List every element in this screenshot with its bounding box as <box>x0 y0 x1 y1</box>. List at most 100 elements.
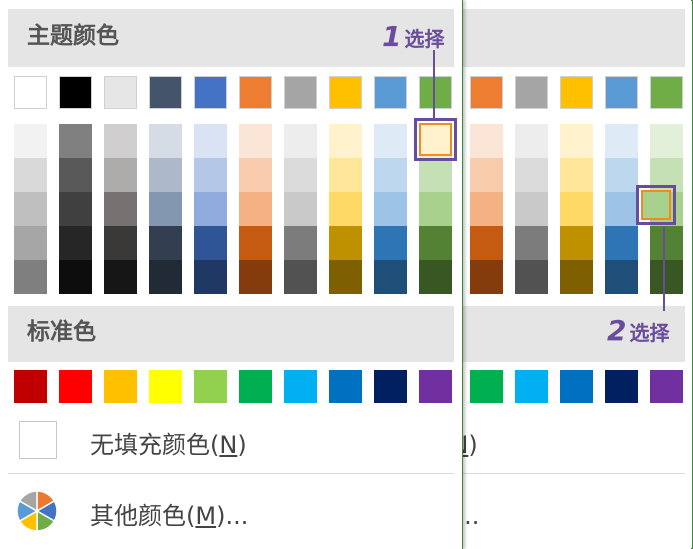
theme-shade-swatch[interactable] <box>59 226 92 260</box>
theme-shade-swatch[interactable] <box>329 192 362 226</box>
theme-color-swatch[interactable] <box>419 76 452 109</box>
theme-shade-swatch[interactable] <box>149 260 182 294</box>
standard-color-swatch[interactable] <box>419 370 452 403</box>
theme-shade-swatch[interactable] <box>560 124 593 158</box>
standard-color-swatch[interactable] <box>560 370 593 403</box>
standard-color-swatch[interactable] <box>605 370 638 403</box>
theme-shade-swatch[interactable] <box>149 192 182 226</box>
theme-shade-swatch[interactable] <box>104 158 137 192</box>
no-fill-menu-item[interactable]: 无填充颜色(N) <box>462 413 685 467</box>
theme-shade-swatch[interactable] <box>374 192 407 226</box>
theme-color-swatch[interactable] <box>149 76 182 109</box>
theme-color-swatch[interactable] <box>650 76 683 109</box>
theme-shade-swatch[interactable] <box>329 226 362 260</box>
standard-color-swatch[interactable] <box>515 370 548 403</box>
theme-color-swatch[interactable] <box>515 76 548 109</box>
theme-shade-swatch[interactable] <box>14 124 47 158</box>
theme-shade-swatch[interactable] <box>284 158 317 192</box>
theme-shade-swatch[interactable] <box>419 260 452 294</box>
theme-shade-swatch[interactable] <box>329 158 362 192</box>
theme-shade-swatch[interactable] <box>149 226 182 260</box>
theme-shade-swatch[interactable] <box>515 260 548 294</box>
theme-color-swatch[interactable] <box>284 76 317 109</box>
standard-color-swatch[interactable] <box>470 370 503 403</box>
theme-shade-swatch[interactable] <box>374 226 407 260</box>
standard-color-swatch[interactable] <box>329 370 362 403</box>
theme-shade-swatch[interactable] <box>470 124 503 158</box>
theme-shade-swatch[interactable] <box>194 260 227 294</box>
standard-color-swatch[interactable] <box>194 370 227 403</box>
theme-color-swatch[interactable] <box>470 76 503 109</box>
theme-shade-swatch[interactable] <box>515 124 548 158</box>
theme-shade-swatch[interactable] <box>650 260 683 294</box>
theme-shade-swatch[interactable] <box>419 226 452 260</box>
theme-color-swatch[interactable] <box>194 76 227 109</box>
standard-color-swatch[interactable] <box>650 370 683 403</box>
theme-color-swatch[interactable] <box>239 76 272 109</box>
theme-shade-swatch[interactable] <box>59 158 92 192</box>
standard-color-swatch[interactable] <box>104 370 137 403</box>
theme-shade-swatch[interactable] <box>239 158 272 192</box>
theme-shade-swatch[interactable] <box>560 192 593 226</box>
theme-shade-swatch[interactable] <box>284 260 317 294</box>
theme-color-swatch[interactable] <box>605 76 638 109</box>
theme-shade-swatch[interactable] <box>470 260 503 294</box>
theme-shade-swatch[interactable] <box>104 192 137 226</box>
theme-shade-swatch[interactable] <box>560 260 593 294</box>
theme-shade-swatch[interactable] <box>59 192 92 226</box>
theme-shade-swatch[interactable] <box>194 226 227 260</box>
theme-shade-swatch[interactable] <box>374 260 407 294</box>
theme-shade-swatch[interactable] <box>605 260 638 294</box>
theme-shade-swatch[interactable] <box>605 226 638 260</box>
standard-color-swatch[interactable] <box>284 370 317 403</box>
theme-shade-swatch[interactable] <box>374 124 407 158</box>
theme-shade-swatch[interactable] <box>329 260 362 294</box>
theme-shade-swatch[interactable] <box>194 192 227 226</box>
theme-shade-swatch[interactable] <box>59 124 92 158</box>
theme-shade-swatch[interactable] <box>605 158 638 192</box>
theme-shade-swatch[interactable] <box>14 260 47 294</box>
theme-shade-swatch[interactable] <box>605 124 638 158</box>
theme-shade-swatch[interactable] <box>239 192 272 226</box>
theme-shade-swatch[interactable] <box>284 226 317 260</box>
theme-shade-swatch[interactable] <box>560 158 593 192</box>
theme-shade-swatch[interactable] <box>149 158 182 192</box>
more-colors-menu-item[interactable]: 其他颜色(M)... <box>462 484 685 538</box>
theme-color-swatch[interactable] <box>104 76 137 109</box>
theme-shade-swatch[interactable] <box>239 260 272 294</box>
theme-shade-swatch[interactable] <box>374 158 407 192</box>
theme-shade-swatch[interactable] <box>284 192 317 226</box>
standard-color-swatch[interactable] <box>14 370 47 403</box>
theme-shade-swatch[interactable] <box>515 226 548 260</box>
theme-shade-swatch[interactable] <box>515 158 548 192</box>
theme-shade-swatch[interactable] <box>239 226 272 260</box>
theme-color-swatch[interactable] <box>329 76 362 109</box>
theme-shade-swatch[interactable] <box>194 158 227 192</box>
theme-shade-swatch[interactable] <box>194 124 227 158</box>
more-colors-menu-item[interactable]: 其他颜色(M)... <box>8 484 454 538</box>
theme-shade-swatch[interactable] <box>14 158 47 192</box>
theme-shade-swatch[interactable] <box>560 226 593 260</box>
theme-shade-swatch[interactable] <box>515 192 548 226</box>
theme-color-swatch[interactable] <box>14 76 47 109</box>
theme-shade-swatch[interactable] <box>149 124 182 158</box>
theme-shade-swatch[interactable] <box>419 192 452 226</box>
theme-color-swatch[interactable] <box>560 76 593 109</box>
theme-shade-swatch[interactable] <box>59 260 92 294</box>
theme-shade-swatch[interactable] <box>605 192 638 226</box>
standard-color-swatch[interactable] <box>59 370 92 403</box>
theme-shade-swatch[interactable] <box>14 226 47 260</box>
theme-shade-swatch[interactable] <box>104 124 137 158</box>
theme-shade-swatch[interactable] <box>284 124 317 158</box>
standard-color-swatch[interactable] <box>149 370 182 403</box>
theme-shade-swatch[interactable] <box>650 226 683 260</box>
theme-color-swatch[interactable] <box>374 76 407 109</box>
theme-color-swatch[interactable] <box>59 76 92 109</box>
theme-shade-swatch[interactable] <box>650 124 683 158</box>
theme-shade-swatch[interactable] <box>14 192 47 226</box>
theme-shade-swatch[interactable] <box>104 260 137 294</box>
standard-color-swatch[interactable] <box>374 370 407 403</box>
no-fill-menu-item[interactable]: 无填充颜色(N) <box>8 413 454 467</box>
theme-shade-swatch[interactable] <box>419 158 452 192</box>
theme-shade-swatch[interactable] <box>470 226 503 260</box>
